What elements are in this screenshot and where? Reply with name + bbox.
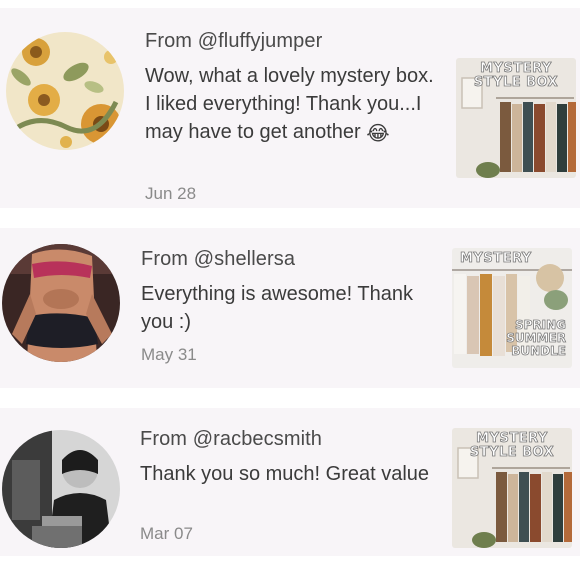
thumbnail-title: MYSTERY <box>460 251 532 266</box>
review-card: From @racbecsmith Thank you so much! Gre… <box>0 408 580 556</box>
reviews-feed: From @fluffyjumper Wow, what a lovely my… <box>0 0 580 580</box>
review-message: Everything is awesome! Thank you :) <box>141 283 413 333</box>
reviewer-avatar[interactable] <box>2 244 120 362</box>
review-author[interactable]: From @racbecsmith <box>140 428 322 451</box>
thumbnail-title: MYSTERY STYLE BOX <box>469 431 555 460</box>
review-author[interactable]: From @shellersa <box>141 248 295 271</box>
review-date: Jun 28 <box>145 184 197 203</box>
review-author[interactable]: From @fluffyjumper <box>145 30 322 53</box>
review-message: Wow, what a lovely mystery box. I liked … <box>145 65 434 145</box>
review-message: Thank you so much! Great value <box>140 463 430 485</box>
listing-thumbnail[interactable]: MYSTERY STYLE BOX <box>452 428 572 548</box>
listing-thumbnail[interactable]: MYSTERY STYLE BOX <box>456 58 576 178</box>
review-card: From @shellersa Everything is awesome! T… <box>0 228 580 388</box>
review-date: May 31 <box>141 345 197 364</box>
reviewer-avatar[interactable] <box>6 32 124 150</box>
thumbnail-subtitle: SPRING SUMMER BUNDLE <box>506 318 567 358</box>
reviewer-avatar[interactable] <box>2 430 120 548</box>
sunflower-avatar-icon <box>6 32 124 150</box>
laughing-emoji-icon: 😂 <box>366 123 390 145</box>
person-avatar-icon <box>2 430 120 548</box>
review-card: From @fluffyjumper Wow, what a lovely my… <box>0 8 580 208</box>
thumbnail-title: MYSTERY STYLE BOX <box>473 61 559 90</box>
person-avatar-icon <box>2 244 120 362</box>
review-date: Mar 07 <box>140 524 193 543</box>
listing-thumbnail[interactable]: MYSTERY SPRING SUMMER BUNDLE <box>452 248 572 368</box>
